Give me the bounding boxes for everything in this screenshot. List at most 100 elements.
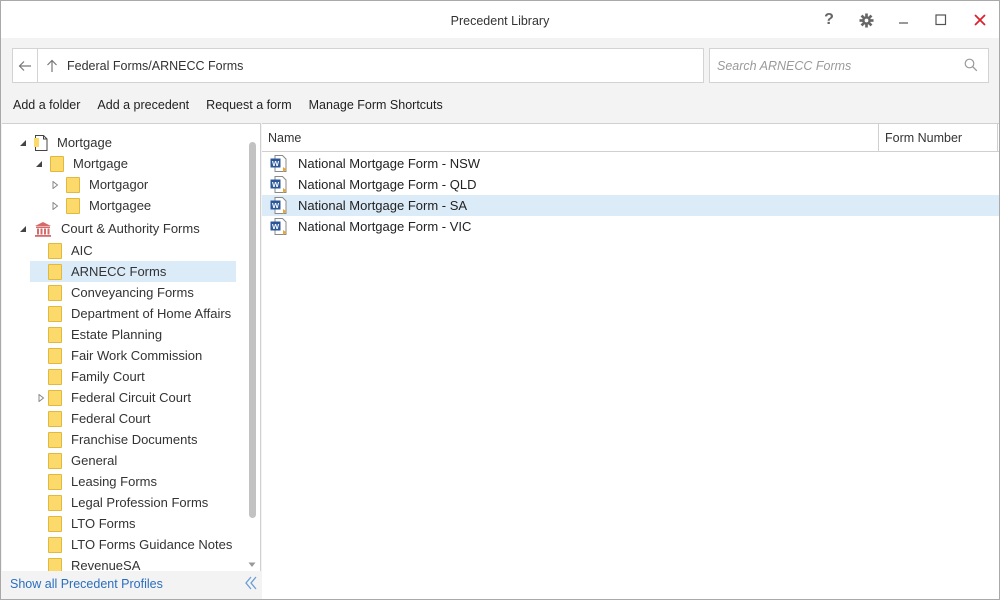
add-precedent-button[interactable]: Add a precedent bbox=[97, 98, 189, 116]
breadcrumb-path[interactable]: Federal Forms/ARNECC Forms bbox=[67, 59, 243, 73]
tree-item-franchise-documents[interactable]: Franchise Documents bbox=[48, 429, 236, 450]
tree-item-general[interactable]: General bbox=[48, 450, 236, 471]
tree-item-federal-circuit-court[interactable]: Federal Circuit Court bbox=[32, 387, 236, 408]
tree-item-label: Fair Work Commission bbox=[71, 348, 203, 363]
tree-item-mortgage-root[interactable]: Mortgage bbox=[16, 132, 236, 153]
expanded-triangle-icon[interactable] bbox=[34, 159, 44, 169]
column-divider[interactable] bbox=[878, 124, 879, 152]
action-toolbar: Add a folder Add a precedent Request a f… bbox=[13, 98, 443, 116]
list-row[interactable]: W National Mortgage Form - NSW bbox=[262, 153, 999, 174]
tree-item-label: Family Court bbox=[71, 369, 145, 384]
precedent-library-window: Precedent Library ? Federal Forms/ARNECC… bbox=[0, 0, 1000, 600]
expanded-triangle-icon[interactable] bbox=[18, 224, 28, 234]
tree-item-label: Mortgage bbox=[57, 135, 112, 150]
gear-icon[interactable] bbox=[854, 9, 878, 31]
tree-item-arnecc-forms[interactable]: ARNECC Forms bbox=[30, 261, 236, 282]
svg-text:W: W bbox=[272, 159, 280, 168]
tree-item-label: ARNECC Forms bbox=[71, 264, 167, 279]
folder-icon bbox=[48, 515, 62, 532]
title-bar: Precedent Library ? bbox=[1, 1, 999, 38]
tree-item-family-court[interactable]: Family Court bbox=[48, 366, 236, 387]
tree-item-conveyancing-forms[interactable]: Conveyancing Forms bbox=[48, 282, 236, 303]
add-folder-button[interactable]: Add a folder bbox=[13, 98, 80, 116]
folder-icon bbox=[50, 155, 64, 172]
tree-item-label: Estate Planning bbox=[71, 327, 163, 342]
up-arrow-icon[interactable] bbox=[42, 49, 62, 82]
column-header-name[interactable]: Name bbox=[268, 131, 301, 145]
tree-item-label: Federal Circuit Court bbox=[71, 390, 191, 405]
back-arrow-icon[interactable] bbox=[13, 49, 38, 82]
tree-item-label: Mortgagor bbox=[89, 177, 149, 192]
svg-text:W: W bbox=[272, 180, 280, 189]
list-row[interactable]: W National Mortgage Form - QLD bbox=[262, 174, 999, 195]
collapsed-triangle-icon[interactable] bbox=[36, 393, 46, 403]
folder-icon bbox=[48, 557, 62, 571]
row-name: National Mortgage Form - NSW bbox=[298, 156, 481, 171]
tree-item-label: LTO Forms bbox=[71, 516, 136, 531]
tree-scrollbar[interactable] bbox=[246, 140, 258, 571]
close-icon[interactable] bbox=[968, 9, 992, 31]
tree-item-mortgage[interactable]: Mortgage bbox=[32, 153, 236, 174]
folder-icon bbox=[48, 263, 62, 280]
tree-item-label: Mortgagee bbox=[89, 198, 152, 213]
maximize-icon[interactable] bbox=[929, 9, 953, 31]
row-name: National Mortgage Form - QLD bbox=[298, 177, 477, 192]
search-box bbox=[709, 48, 989, 83]
search-icon[interactable] bbox=[964, 58, 978, 75]
manage-form-shortcuts-button[interactable]: Manage Form Shortcuts bbox=[309, 98, 443, 116]
tree-item-estate-planning[interactable]: Estate Planning bbox=[48, 324, 236, 345]
word-document-icon: W bbox=[270, 176, 287, 193]
collapse-pane-icon[interactable] bbox=[243, 575, 261, 593]
folder-icon bbox=[48, 389, 62, 406]
folder-icon bbox=[48, 284, 62, 301]
list-header: Name Form Number bbox=[262, 124, 999, 152]
collapsed-triangle-icon[interactable] bbox=[50, 180, 60, 190]
tree-item-court-authority-forms[interactable]: Court & Authority Forms bbox=[16, 218, 236, 239]
folder-icon bbox=[48, 242, 62, 259]
expanded-triangle-icon[interactable] bbox=[18, 138, 28, 148]
tree-item-label: Mortgage bbox=[73, 156, 128, 171]
tree-item-lto-forms-guidance-notes[interactable]: LTO Forms Guidance Notes bbox=[48, 534, 236, 555]
folder-icon bbox=[66, 176, 80, 193]
folder-icon bbox=[48, 305, 62, 322]
tree-item-label: Legal Profession Forms bbox=[71, 495, 209, 510]
tree-item-lto-forms[interactable]: LTO Forms bbox=[48, 513, 236, 534]
search-input[interactable] bbox=[717, 57, 957, 75]
folder-icon bbox=[48, 347, 62, 364]
tree-item-revenuesa[interactable]: RevenueSA bbox=[48, 555, 236, 571]
minimize-icon[interactable] bbox=[892, 9, 916, 31]
tree-item-federal-court[interactable]: Federal Court bbox=[48, 408, 236, 429]
tree-item-label: Department of Home Affairs bbox=[71, 306, 232, 321]
precedent-list: Name Form Number W National Mortgage For… bbox=[262, 123, 999, 599]
request-form-button[interactable]: Request a form bbox=[206, 98, 291, 116]
tree-item-legal-profession-forms[interactable]: Legal Profession Forms bbox=[48, 492, 236, 513]
list-row[interactable]: W National Mortgage Form - SA bbox=[262, 195, 999, 216]
column-header-form-number[interactable]: Form Number bbox=[885, 131, 962, 145]
folder-icon bbox=[48, 431, 62, 448]
tree-item-label: Leasing Forms bbox=[71, 474, 157, 489]
folder-tree: Mortgage Mortgage Mortgagor Mortgagee Co… bbox=[2, 123, 261, 571]
tree-item-department-of-home-affairs[interactable]: Department of Home Affairs bbox=[48, 303, 240, 324]
tree-item-label: RevenueSA bbox=[71, 558, 141, 571]
svg-text:W: W bbox=[272, 201, 280, 210]
scrollbar-thumb[interactable] bbox=[249, 142, 256, 518]
svg-text:W: W bbox=[272, 222, 280, 231]
tree-item-label: Court & Authority Forms bbox=[61, 221, 200, 236]
collapsed-triangle-icon[interactable] bbox=[50, 201, 60, 211]
tree-item-mortgagor[interactable]: Mortgagor bbox=[48, 174, 236, 195]
tree-item-label: General bbox=[71, 453, 118, 468]
tree-item-aic[interactable]: AIC bbox=[48, 240, 236, 261]
folder-icon bbox=[48, 536, 62, 553]
tree-item-label: Franchise Documents bbox=[71, 432, 198, 447]
folder-icon bbox=[48, 410, 62, 427]
tree-item-leasing-forms[interactable]: Leasing Forms bbox=[48, 471, 236, 492]
tree-item-mortgagee[interactable]: Mortgagee bbox=[48, 195, 236, 216]
tree-item-fair-work-commission[interactable]: Fair Work Commission bbox=[48, 345, 236, 366]
scroll-down-arrow-icon[interactable] bbox=[248, 560, 256, 570]
show-all-precedent-profiles-link[interactable]: Show all Precedent Profiles bbox=[10, 577, 163, 591]
column-divider[interactable] bbox=[997, 124, 998, 152]
list-row[interactable]: W National Mortgage Form - VIC bbox=[262, 216, 999, 237]
help-icon[interactable]: ? bbox=[817, 9, 841, 31]
word-document-icon: W bbox=[270, 197, 287, 214]
window-title: Precedent Library bbox=[450, 14, 550, 28]
